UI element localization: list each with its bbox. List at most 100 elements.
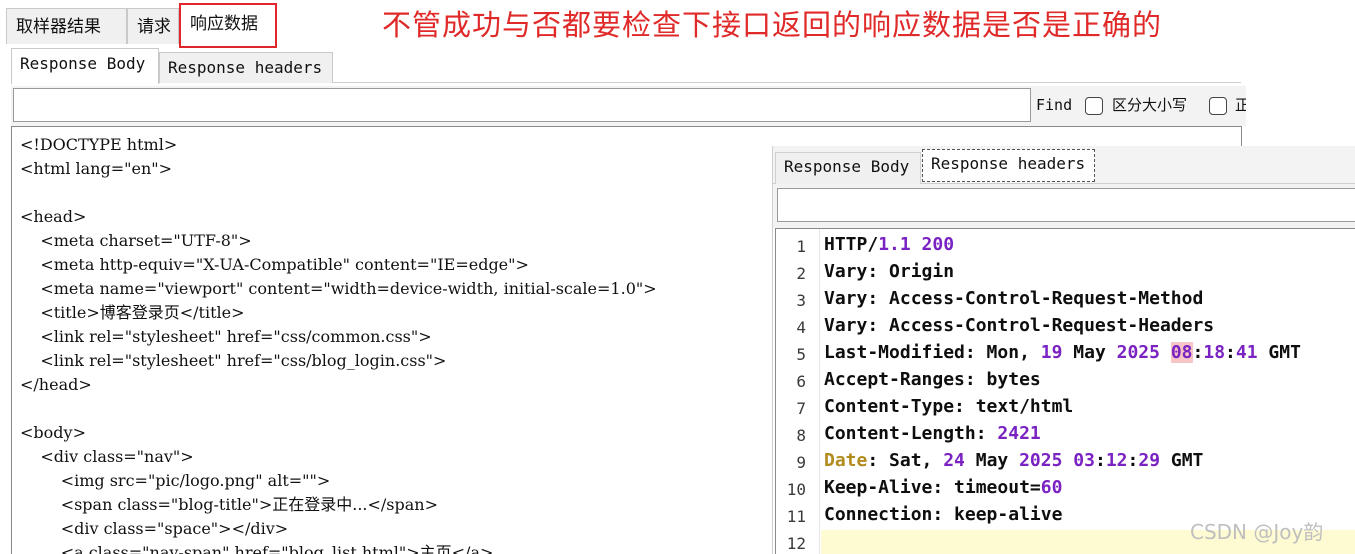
find-bar: Find 区分大小写 正 bbox=[11, 86, 1246, 126]
header-token: 12 bbox=[1105, 450, 1128, 471]
header-token: GMT bbox=[1257, 342, 1301, 363]
header-line: Date: Sat, 24 May 2025 03:12:29 GMT bbox=[824, 450, 1203, 471]
line-number: 12 bbox=[786, 534, 806, 553]
overlay-search-input[interactable] bbox=[777, 188, 1355, 222]
code-line: <html lang="en"> bbox=[20, 159, 173, 178]
header-token: : Sat, bbox=[867, 450, 944, 471]
response-sub-tab-bar: Response Body Response headers bbox=[11, 46, 1241, 84]
overlay-tab-bar: Response Body Response headers bbox=[773, 146, 1355, 184]
header-line: Accept-Ranges: bytes bbox=[824, 369, 1041, 390]
code-line: <head> bbox=[20, 207, 87, 226]
header-token: Connection: keep-alive bbox=[824, 504, 1063, 525]
line-number: 6 bbox=[796, 372, 806, 391]
header-token: Date bbox=[824, 450, 868, 471]
code-line: <meta charset="UTF-8"> bbox=[20, 231, 252, 250]
response-headers-window: Response Body Response headers 123456789… bbox=[772, 146, 1355, 554]
line-number: 1 bbox=[796, 237, 806, 256]
code-line: </head> bbox=[20, 375, 92, 394]
code-line: <img src="pic/logo.png" alt=""> bbox=[20, 471, 331, 490]
overlay-find-bar bbox=[773, 184, 1355, 228]
header-line: Last-Modified: Mon, 19 May 2025 08:18:41… bbox=[824, 342, 1301, 363]
header-token: : bbox=[1225, 342, 1236, 363]
header-line: HTTP/1.1 200 bbox=[824, 234, 954, 255]
header-token: 24 bbox=[943, 450, 965, 471]
header-line: Vary: Origin bbox=[824, 261, 954, 282]
header-token: 18 bbox=[1203, 342, 1226, 363]
header-token: 60 bbox=[1040, 477, 1063, 498]
case-sensitive-checkbox[interactable] bbox=[1085, 97, 1103, 115]
header-token: 2025 bbox=[1019, 450, 1063, 471]
header-line: Content-Type: text/html bbox=[824, 396, 1073, 417]
line-number: 7 bbox=[796, 399, 806, 418]
line-number: 10 bbox=[786, 480, 806, 499]
code-line: <link rel="stylesheet" href="css/common.… bbox=[20, 327, 432, 346]
header-line: Vary: Access-Control-Request-Headers bbox=[824, 315, 1214, 336]
overlay-tab-response-headers[interactable]: Response headers bbox=[922, 149, 1095, 182]
header-token: : bbox=[1192, 342, 1204, 363]
header-token: 19 bbox=[1040, 342, 1063, 363]
header-token: Keep-Alive: timeout= bbox=[824, 477, 1041, 498]
header-token bbox=[1062, 450, 1073, 471]
line-number: 8 bbox=[796, 426, 806, 445]
header-token: Vary: Access-Control-Request-Headers bbox=[824, 315, 1215, 336]
header-line: Keep-Alive: timeout=60 bbox=[824, 477, 1062, 498]
tab-response-data[interactable]: 响应数据 bbox=[179, 3, 277, 48]
header-token: Last-Modified: Mon, bbox=[824, 342, 1041, 363]
line-number: 11 bbox=[786, 507, 806, 526]
code-line: <!DOCTYPE html> bbox=[20, 135, 178, 154]
code-line: <body> bbox=[20, 423, 86, 442]
code-line: <a class="nav-span" href="blog_list.html… bbox=[20, 543, 494, 554]
header-token: Content-Length: bbox=[824, 423, 998, 444]
header-token: Vary: Access-Control-Request-Method bbox=[824, 288, 1204, 309]
regex-checkbox[interactable] bbox=[1209, 97, 1227, 115]
header-token: 08 bbox=[1170, 342, 1193, 363]
line-number-gutter: 1 2 3 4 5 6 7 8 9 10 11 12 bbox=[776, 229, 820, 554]
code-line: <link rel="stylesheet" href="css/blog_lo… bbox=[20, 351, 447, 370]
header-token: Accept-Ranges: bytes bbox=[824, 369, 1041, 390]
overlay-tab-response-body[interactable]: Response Body bbox=[775, 152, 921, 184]
case-sensitive-label: 区分大小写 bbox=[1112, 96, 1188, 114]
header-token: 1.1 200 bbox=[878, 234, 955, 255]
header-token bbox=[1160, 342, 1171, 363]
line-number: 5 bbox=[796, 345, 806, 364]
header-token: : bbox=[1127, 450, 1139, 471]
header-token: Content-Type: text/html bbox=[824, 396, 1074, 417]
line-number: 4 bbox=[796, 318, 806, 337]
tab-request[interactable]: 请求 bbox=[127, 8, 179, 44]
header-line: Connection: keep-alive bbox=[824, 504, 1062, 525]
header-token: GMT bbox=[1160, 450, 1204, 471]
header-token: HTTP/ bbox=[824, 234, 879, 255]
regex-label: 正 bbox=[1235, 96, 1246, 114]
find-label: Find bbox=[1036, 96, 1073, 114]
code-line: <div class="space"></div> bbox=[20, 519, 289, 538]
code-line: <meta http-equiv="X-UA-Compatible" conte… bbox=[20, 255, 529, 274]
code-line: <span class="blog-title">正在登录中...</span> bbox=[20, 495, 439, 514]
line-number: 9 bbox=[796, 453, 806, 472]
header-line: Content-Length: 2421 bbox=[824, 423, 1041, 444]
line-number: 3 bbox=[796, 291, 806, 310]
headers-editor[interactable]: 1 2 3 4 5 6 7 8 9 10 11 12 HTTP/1.1 200 Vary: Origin… bbox=[775, 228, 1355, 554]
header-line: Vary: Access-Control-Request-Method bbox=[824, 288, 1203, 309]
header-token: May bbox=[964, 450, 1020, 471]
line-number: 2 bbox=[796, 264, 806, 283]
code-line: <meta name="viewport" content="width=dev… bbox=[20, 279, 657, 298]
code-line: <title>博客登录页</title> bbox=[20, 303, 245, 322]
tab-sampler-result[interactable]: 取样器结果 bbox=[6, 8, 127, 44]
header-token: 2421 bbox=[997, 423, 1041, 444]
header-token: 2025 bbox=[1116, 342, 1160, 363]
header-token: Vary: Origin bbox=[824, 261, 955, 282]
header-token: 03 bbox=[1073, 450, 1095, 471]
search-input[interactable] bbox=[13, 88, 1031, 122]
header-token: 29 bbox=[1138, 450, 1161, 471]
header-token: : bbox=[1094, 450, 1106, 471]
tab-response-headers[interactable]: Response headers bbox=[159, 52, 333, 83]
annotation-note: 不管成功与否都要检查下接口返回的响应数据是否是正确的 bbox=[382, 4, 1242, 46]
header-token: May bbox=[1062, 342, 1117, 363]
response-body-code: <!DOCTYPE html> <html lang="en"> <head> <m… bbox=[20, 133, 657, 554]
tab-response-body[interactable]: Response Body bbox=[11, 48, 159, 84]
header-token: 41 bbox=[1235, 342, 1258, 363]
code-line: <div class="nav"> bbox=[20, 447, 194, 466]
csdn-watermark: CSDN @Joy韵 bbox=[1190, 520, 1324, 544]
